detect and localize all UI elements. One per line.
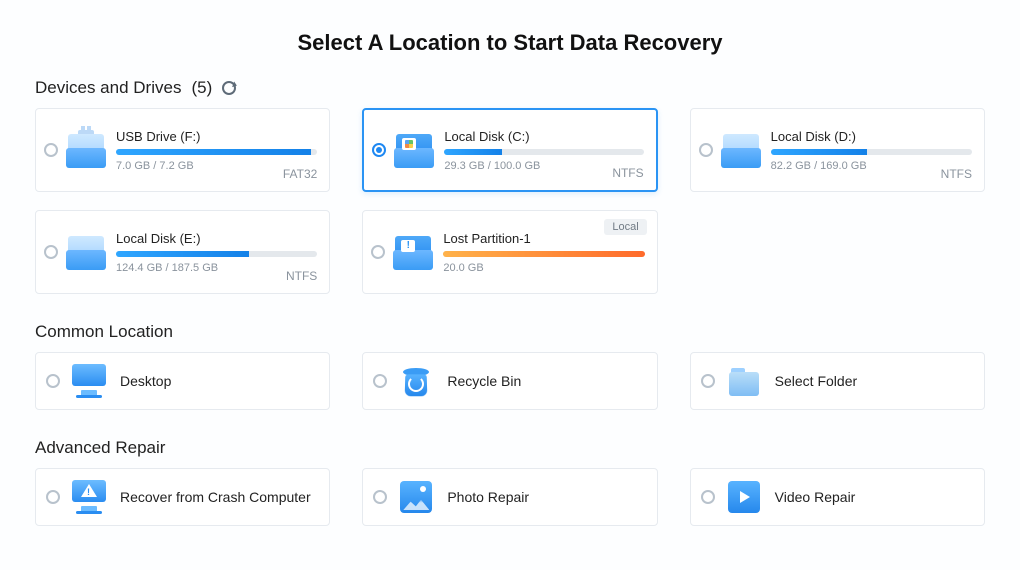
common-section-label: Common Location [35, 322, 173, 342]
photo-icon [397, 478, 435, 516]
video-icon [725, 478, 763, 516]
advanced-grid: Recover from Crash Computer Photo Repair V… [35, 468, 985, 526]
drive-filesystem: NTFS [941, 167, 972, 181]
common-section-header: Common Location [35, 322, 985, 342]
drive-icon [64, 128, 108, 172]
drive-card-0[interactable]: USB Drive (F:)7.0 GB / 7.2 GBFAT32 [35, 108, 330, 192]
drive-name: Local Disk (C:) [444, 129, 643, 144]
drive-name: USB Drive (F:) [116, 129, 317, 144]
drive-icon [719, 128, 763, 172]
option-radio[interactable] [701, 490, 715, 504]
page-title: Select A Location to Start Data Recovery [35, 0, 985, 78]
option-label: Video Repair [775, 489, 856, 505]
drive-name: Local Disk (E:) [116, 231, 317, 246]
drive-radio[interactable] [44, 245, 58, 259]
location-radio[interactable] [46, 374, 60, 388]
drive-tag: Local [604, 219, 646, 235]
devices-section-label: Devices and Drives [35, 78, 181, 98]
drives-grid: USB Drive (F:)7.0 GB / 7.2 GBFAT32 Local … [35, 108, 985, 294]
location-label: Select Folder [775, 373, 857, 389]
drive-radio[interactable] [372, 143, 386, 157]
devices-count: (5) [191, 78, 212, 98]
drive-icon [392, 128, 436, 172]
recycle-icon [397, 362, 435, 400]
advanced-option-crash[interactable]: Recover from Crash Computer [35, 468, 330, 526]
drive-filesystem: NTFS [286, 269, 317, 283]
option-label: Photo Repair [447, 489, 529, 505]
drive-usage-bar [771, 149, 972, 155]
option-label: Recover from Crash Computer [120, 489, 311, 505]
option-radio[interactable] [46, 490, 60, 504]
crash-icon [70, 478, 108, 516]
drive-card-1[interactable]: Local Disk (C:)29.3 GB / 100.0 GBNTFS [362, 108, 657, 192]
drive-usage-bar [444, 149, 643, 155]
drive-icon [391, 230, 435, 274]
location-label: Recycle Bin [447, 373, 521, 389]
option-radio[interactable] [373, 490, 387, 504]
advanced-section-header: Advanced Repair [35, 438, 985, 458]
drive-name: Local Disk (D:) [771, 129, 972, 144]
advanced-option-video[interactable]: Video Repair [690, 468, 985, 526]
devices-section-header: Devices and Drives (5) [35, 78, 985, 98]
common-grid: Desktop Recycle Bin Select Folder [35, 352, 985, 410]
advanced-section-label: Advanced Repair [35, 438, 165, 458]
drive-radio[interactable] [44, 143, 58, 157]
drive-usage-text: 20.0 GB [443, 262, 644, 274]
drive-radio[interactable] [699, 143, 713, 157]
location-label: Desktop [120, 373, 171, 389]
location-radio[interactable] [373, 374, 387, 388]
location-radio[interactable] [701, 374, 715, 388]
folder-icon [725, 362, 763, 400]
drive-usage-bar [116, 251, 317, 257]
drive-usage-bar [443, 251, 644, 257]
drive-card-4[interactable]: Lost Partition-120.0 GBLocal [362, 210, 657, 294]
common-location-recycle[interactable]: Recycle Bin [362, 352, 657, 410]
drive-radio[interactable] [371, 245, 385, 259]
drive-icon [64, 230, 108, 274]
drive-filesystem: NTFS [612, 166, 643, 180]
drive-card-3[interactable]: Local Disk (E:)124.4 GB / 187.5 GBNTFS [35, 210, 330, 294]
common-location-folder[interactable]: Select Folder [690, 352, 985, 410]
drive-filesystem: FAT32 [283, 167, 317, 181]
advanced-option-photo[interactable]: Photo Repair [362, 468, 657, 526]
drive-usage-bar [116, 149, 317, 155]
refresh-icon[interactable] [222, 81, 236, 95]
common-location-desktop[interactable]: Desktop [35, 352, 330, 410]
drive-card-2[interactable]: Local Disk (D:)82.2 GB / 169.0 GBNTFS [690, 108, 985, 192]
desktop-icon [70, 362, 108, 400]
